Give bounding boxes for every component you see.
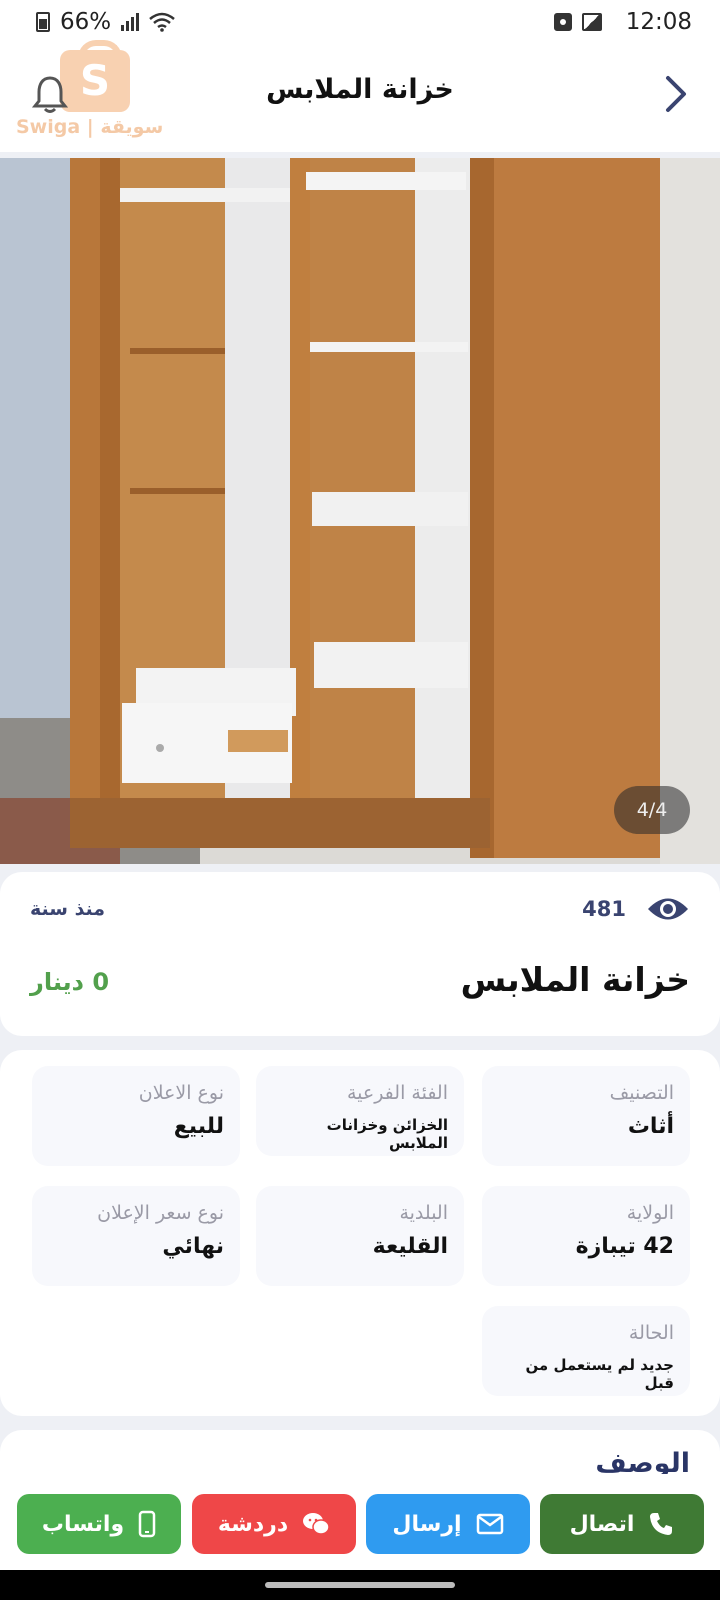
detail-label: الفئة الفرعية xyxy=(346,1082,448,1104)
battery-icon xyxy=(36,12,50,32)
signal-icon xyxy=(121,13,140,31)
chat-icon xyxy=(303,1513,330,1535)
wifi-icon xyxy=(149,12,175,32)
chat-label: دردشة xyxy=(217,1511,289,1537)
detail-label: البلدية xyxy=(399,1202,448,1224)
detail-label: الولاية xyxy=(626,1202,674,1224)
home-indicator[interactable] xyxy=(265,1582,455,1588)
detail-label: الحالة xyxy=(628,1322,674,1344)
clock: 12:08 xyxy=(625,9,692,35)
status-bar: 66% 12:08 xyxy=(0,0,720,44)
status-left: 66% xyxy=(36,9,175,35)
posted-time: منذ سنة xyxy=(30,898,106,920)
battery-level: 66% xyxy=(60,9,112,35)
detail-category: التصنيف أثاث xyxy=(482,1066,690,1166)
app-header: S Swiga | سويقة خزانة الملابس xyxy=(0,40,720,152)
detail-municipality: البلدية القليعة xyxy=(256,1186,464,1286)
detail-value: 42 تيبازة xyxy=(575,1234,674,1259)
detail-subcategory: الفئة الفرعية الخزائن وخزانات الملابس xyxy=(256,1066,464,1156)
system-nav-bar xyxy=(0,1570,720,1600)
status-right: 12:08 xyxy=(553,9,692,35)
summary-card: منذ سنة 481 خزانة الملابس 0 دينار xyxy=(0,872,720,1036)
detail-value: القليعة xyxy=(372,1234,448,1259)
back-button[interactable] xyxy=(656,72,696,116)
detail-label: نوع سعر الإعلان xyxy=(97,1202,224,1224)
detail-price-type: نوع سعر الإعلان نهائي xyxy=(32,1186,240,1286)
detail-condition: الحالة جديد لم يستعمل من قبل xyxy=(482,1306,690,1396)
detail-value: جديد لم يستعمل من قبل xyxy=(525,1356,674,1392)
views-count: 481 xyxy=(582,897,626,921)
detail-label: نوع الاعلان xyxy=(138,1082,224,1104)
detail-ad-type: نوع الاعلان للبيع xyxy=(32,1066,240,1166)
page-title: خزانة الملابس xyxy=(266,74,454,105)
mobile-phone-icon xyxy=(138,1510,156,1538)
wardrobe-image xyxy=(0,158,720,864)
views: 481 xyxy=(582,894,690,924)
whatsapp-button[interactable]: واتساب xyxy=(17,1494,181,1554)
chevron-right-icon xyxy=(666,76,686,112)
call-label: اتصال xyxy=(569,1511,635,1537)
phone-icon xyxy=(650,1513,673,1535)
detail-value: نهائي xyxy=(162,1234,224,1259)
send-button[interactable]: إرسال xyxy=(366,1494,530,1554)
chat-button[interactable]: دردشة xyxy=(192,1494,356,1554)
ad-title: خزانة الملابس xyxy=(460,960,690,999)
price: 0 دينار xyxy=(30,968,110,996)
product-photo[interactable] xyxy=(0,158,720,864)
action-bar: اتصال إرسال دردشة واتساب xyxy=(0,1474,720,1570)
detail-label: التصنيف xyxy=(609,1082,674,1104)
detail-value: أثاث xyxy=(627,1114,674,1139)
photo-counter: 4/4 xyxy=(614,786,690,834)
send-label: إرسال xyxy=(392,1511,462,1537)
detail-province: الولاية 42 تيبازة xyxy=(482,1186,690,1286)
eye-icon xyxy=(648,898,688,920)
logo-text: Swiga | سويقة xyxy=(16,116,164,138)
whatsapp-label: واتساب xyxy=(41,1511,125,1537)
detail-value: الخزائن وخزانات الملابس xyxy=(326,1116,448,1152)
details-card: التصنيف أثاث الفئة الفرعية الخزائن وخزان… xyxy=(0,1050,720,1416)
detail-value: للبيع xyxy=(173,1114,224,1139)
mail-icon xyxy=(476,1513,503,1535)
notification-app-icon xyxy=(553,13,572,31)
gallery-icon xyxy=(581,13,602,31)
call-button[interactable]: اتصال xyxy=(540,1494,704,1554)
